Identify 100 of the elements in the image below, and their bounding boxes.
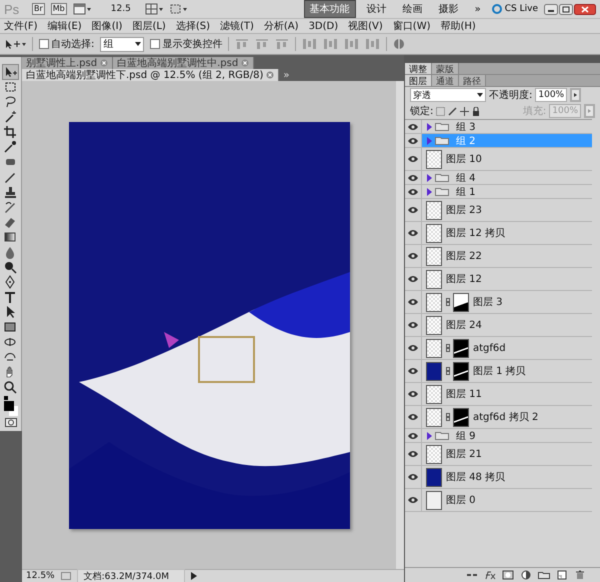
auto-align-icon[interactable] — [393, 38, 406, 50]
move-tool-preset-icon[interactable] — [4, 38, 26, 50]
visibility-icon[interactable] — [407, 450, 419, 458]
menu-item[interactable]: 分析(A) — [264, 19, 299, 33]
visibility-icon[interactable] — [407, 188, 419, 196]
gradient-icon[interactable] — [3, 230, 18, 244]
layer-row[interactable]: 图层 10 — [405, 148, 592, 171]
auto-select-checkbox[interactable] — [39, 39, 49, 49]
visibility-icon[interactable] — [407, 496, 419, 504]
visibility-icon[interactable] — [407, 321, 419, 329]
visibility-icon[interactable] — [407, 344, 419, 352]
document-tab[interactable]: 别墅调性上.psd — [22, 57, 114, 69]
expand-triangle-icon[interactable] — [427, 188, 432, 196]
transform-controls-checkbox[interactable] — [150, 39, 160, 49]
dodge-icon[interactable] — [3, 260, 18, 274]
layer-row[interactable]: 图层 21 — [405, 443, 592, 466]
more-tabs-button[interactable]: » — [279, 70, 294, 81]
visibility-icon[interactable] — [407, 136, 419, 144]
visibility-icon[interactable] — [407, 275, 419, 283]
menu-item[interactable]: 3D(D) — [308, 20, 338, 32]
close-icon[interactable] — [241, 59, 250, 67]
auto-select-dropdown[interactable]: 组 — [100, 36, 144, 52]
quick-mask-icon[interactable] — [4, 418, 16, 427]
layer-row[interactable]: 图层 12 — [405, 268, 592, 291]
bridge-button[interactable]: Br — [32, 3, 45, 15]
menu-item[interactable]: 视图(V) — [348, 19, 383, 33]
move-tool-icon[interactable] — [3, 65, 18, 79]
layer-row[interactable]: 图层 1 拷贝 — [405, 360, 592, 383]
minimize-button[interactable] — [544, 4, 558, 14]
screen-mode-icon[interactable] — [168, 3, 187, 15]
new-group-icon[interactable] — [538, 570, 550, 580]
trash-icon[interactable] — [574, 570, 586, 580]
workspace-button[interactable]: 摄影 — [434, 1, 464, 17]
lock-transparency-icon[interactable] — [436, 106, 446, 116]
layer-row[interactable]: 图层 48 拷贝 — [405, 466, 592, 489]
mini-bridge-button[interactable]: Mb — [50, 3, 67, 15]
layer-row[interactable]: atgf6d 拷贝 2 — [405, 406, 592, 429]
fx-icon[interactable] — [484, 570, 496, 580]
expand-triangle-icon[interactable] — [427, 174, 432, 182]
visibility-icon[interactable] — [407, 413, 419, 421]
3d-rotate-icon[interactable] — [3, 335, 18, 349]
chain-link-icon[interactable] — [446, 413, 450, 421]
add-mask-icon[interactable] — [502, 570, 514, 580]
visibility-icon[interactable] — [407, 473, 419, 481]
marquee-tool-icon[interactable] — [3, 80, 18, 94]
menu-item[interactable]: 文件(F) — [4, 19, 38, 33]
expand-triangle-icon[interactable] — [427, 122, 432, 130]
layer-row[interactable]: 图层 11 — [405, 383, 592, 406]
visibility-icon[interactable] — [407, 252, 419, 260]
menu-item[interactable]: 图层(L) — [132, 19, 166, 33]
menu-item[interactable]: 选择(S) — [176, 19, 210, 33]
lock-pixels-icon[interactable] — [448, 106, 458, 116]
layer-row[interactable]: 图层 24 — [405, 314, 592, 337]
menu-item[interactable]: 窗口(W) — [392, 19, 430, 33]
cs-live-button[interactable]: CS Live — [492, 4, 538, 14]
layer-row[interactable]: 图层 22 — [405, 245, 592, 268]
layer-row[interactable]: 图层 0 — [405, 489, 592, 512]
panel-tab[interactable]: 图层 — [405, 75, 432, 86]
new-layer-icon[interactable] — [556, 570, 568, 580]
close-icon[interactable] — [266, 71, 274, 79]
maximize-button[interactable] — [559, 4, 573, 14]
visibility-icon[interactable] — [407, 122, 419, 130]
visibility-icon[interactable] — [407, 432, 419, 440]
blend-mode-dropdown[interactable]: 穿透 — [410, 88, 486, 102]
color-swatches-icon[interactable] — [2, 395, 18, 417]
menu-item[interactable]: 帮助(H) — [440, 19, 476, 33]
layer-row[interactable]: 组 1 — [405, 185, 592, 199]
panel-tab[interactable]: 通道 — [432, 75, 459, 86]
visibility-icon[interactable] — [407, 174, 419, 182]
brush-icon[interactable] — [3, 170, 18, 184]
menu-item[interactable]: 图像(I) — [92, 19, 122, 33]
layer-row[interactable]: 图层 12 拷贝 — [405, 222, 592, 245]
zoom-tool-icon[interactable] — [3, 380, 18, 394]
fill-slider-button[interactable] — [584, 104, 595, 118]
chain-link-icon[interactable] — [446, 367, 450, 375]
layer-row[interactable]: atgf6d — [405, 337, 592, 360]
close-button[interactable] — [574, 4, 596, 14]
chain-link-icon[interactable] — [446, 344, 450, 352]
zoom-percentage[interactable]: 12.5% — [26, 571, 55, 581]
visibility-icon[interactable] — [407, 298, 419, 306]
panel-tab[interactable]: 调整 — [405, 63, 432, 74]
layer-row[interactable]: 组 9 — [405, 429, 592, 443]
layer-row[interactable]: 图层 23 — [405, 199, 592, 222]
rectangle-tool-icon[interactable] — [3, 320, 18, 334]
workspace-button[interactable]: 绘画 — [398, 1, 428, 17]
eraser-icon[interactable] — [3, 215, 18, 229]
lasso-tool-icon[interactable] — [3, 95, 18, 109]
type-tool-icon[interactable] — [3, 290, 18, 304]
adjustment-layer-icon[interactable] — [520, 570, 532, 580]
layer-row[interactable]: 组 4 — [405, 171, 592, 185]
opacity-slider-button[interactable] — [570, 88, 582, 102]
magic-wand-icon[interactable] — [3, 110, 18, 124]
layer-row[interactable]: 组 3 — [405, 120, 592, 134]
lock-icon[interactable] — [472, 106, 480, 116]
document-tab[interactable]: 白蓝地高端别墅调性中.psd — [113, 57, 254, 69]
view-extras-icon[interactable] — [72, 3, 91, 15]
visibility-icon[interactable] — [407, 206, 419, 214]
zoom-level[interactable]: 12.5 — [110, 4, 131, 14]
panel-tab[interactable]: 蒙版 — [432, 63, 459, 74]
expand-triangle-icon[interactable] — [427, 432, 432, 440]
